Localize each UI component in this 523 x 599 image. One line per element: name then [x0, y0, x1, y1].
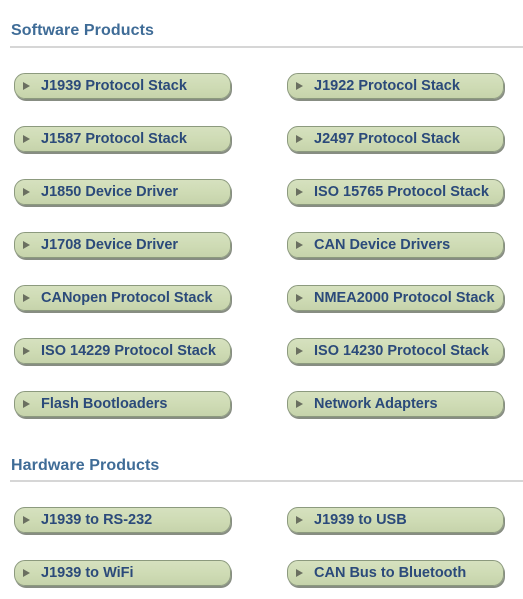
button-label: ISO 14229 Protocol Stack: [41, 343, 216, 359]
product-button-j1850-device-driver[interactable]: J1850 Device Driver: [14, 179, 231, 205]
triangle-right-icon: [296, 294, 303, 302]
product-button-canopen-protocol-stack[interactable]: CANopen Protocol Stack: [14, 285, 231, 311]
product-button-can-device-drivers[interactable]: CAN Device Drivers: [287, 232, 504, 258]
product-button-j1939-protocol-stack[interactable]: J1939 Protocol Stack: [14, 73, 231, 99]
button-label: ISO 14230 Protocol Stack: [314, 343, 489, 359]
button-label: CAN Device Drivers: [314, 237, 451, 253]
product-button-j1939-to-usb[interactable]: J1939 to USB: [287, 507, 504, 533]
triangle-right-icon: [23, 188, 30, 196]
section-title-software-products: Software Products: [11, 22, 155, 39]
product-button-nmea2000-protocol-stack[interactable]: NMEA2000 Protocol Stack: [287, 285, 504, 311]
product-button-j1708-device-driver[interactable]: J1708 Device Driver: [14, 232, 231, 258]
triangle-right-icon: [296, 82, 303, 90]
product-button-j1939-to-rs-232[interactable]: J1939 to RS-232: [14, 507, 231, 533]
triangle-right-icon: [296, 347, 303, 355]
button-label: J1939 to USB: [314, 512, 407, 528]
button-label: J1708 Device Driver: [41, 237, 179, 253]
product-button-j2497-protocol-stack[interactable]: J2497 Protocol Stack: [287, 126, 504, 152]
button-label: J1922 Protocol Stack: [314, 78, 460, 94]
triangle-right-icon: [296, 400, 303, 408]
triangle-right-icon: [23, 241, 30, 249]
button-label: NMEA2000 Protocol Stack: [314, 290, 495, 306]
button-label: J1587 Protocol Stack: [41, 131, 187, 147]
triangle-right-icon: [296, 241, 303, 249]
triangle-right-icon: [23, 569, 30, 577]
triangle-right-icon: [23, 347, 30, 355]
triangle-right-icon: [296, 188, 303, 196]
triangle-right-icon: [23, 135, 30, 143]
button-label: J1939 to RS-232: [41, 512, 153, 528]
product-button-iso-15765-protocol-stack[interactable]: ISO 15765 Protocol Stack: [287, 179, 504, 205]
triangle-right-icon: [296, 516, 303, 524]
triangle-right-icon: [296, 569, 303, 577]
button-label: Network Adapters: [314, 396, 438, 412]
button-label: CANopen Protocol Stack: [41, 290, 213, 306]
triangle-right-icon: [23, 294, 30, 302]
product-button-j1587-protocol-stack[interactable]: J1587 Protocol Stack: [14, 126, 231, 152]
button-label: ISO 15765 Protocol Stack: [314, 184, 489, 200]
section-title-hardware-products: Hardware Products: [11, 457, 160, 474]
section-divider: [10, 46, 523, 48]
product-button-flash-bootloaders[interactable]: Flash Bootloaders: [14, 391, 231, 417]
button-label: Flash Bootloaders: [41, 396, 168, 412]
button-label: J2497 Protocol Stack: [314, 131, 460, 147]
button-label: J1939 to WiFi: [41, 565, 134, 581]
section-divider: [10, 480, 523, 482]
button-label: J1850 Device Driver: [41, 184, 179, 200]
product-button-iso-14230-protocol-stack[interactable]: ISO 14230 Protocol Stack: [287, 338, 504, 364]
triangle-right-icon: [23, 516, 30, 524]
triangle-right-icon: [296, 135, 303, 143]
product-button-network-adapters[interactable]: Network Adapters: [287, 391, 504, 417]
triangle-right-icon: [23, 400, 30, 408]
button-label: J1939 Protocol Stack: [41, 78, 187, 94]
product-button-iso-14229-protocol-stack[interactable]: ISO 14229 Protocol Stack: [14, 338, 231, 364]
product-button-j1939-to-wifi[interactable]: J1939 to WiFi: [14, 560, 231, 586]
product-button-j1922-protocol-stack[interactable]: J1922 Protocol Stack: [287, 73, 504, 99]
triangle-right-icon: [23, 82, 30, 90]
button-label: CAN Bus to Bluetooth: [314, 565, 467, 581]
product-button-can-bus-to-bluetooth[interactable]: CAN Bus to Bluetooth: [287, 560, 504, 586]
